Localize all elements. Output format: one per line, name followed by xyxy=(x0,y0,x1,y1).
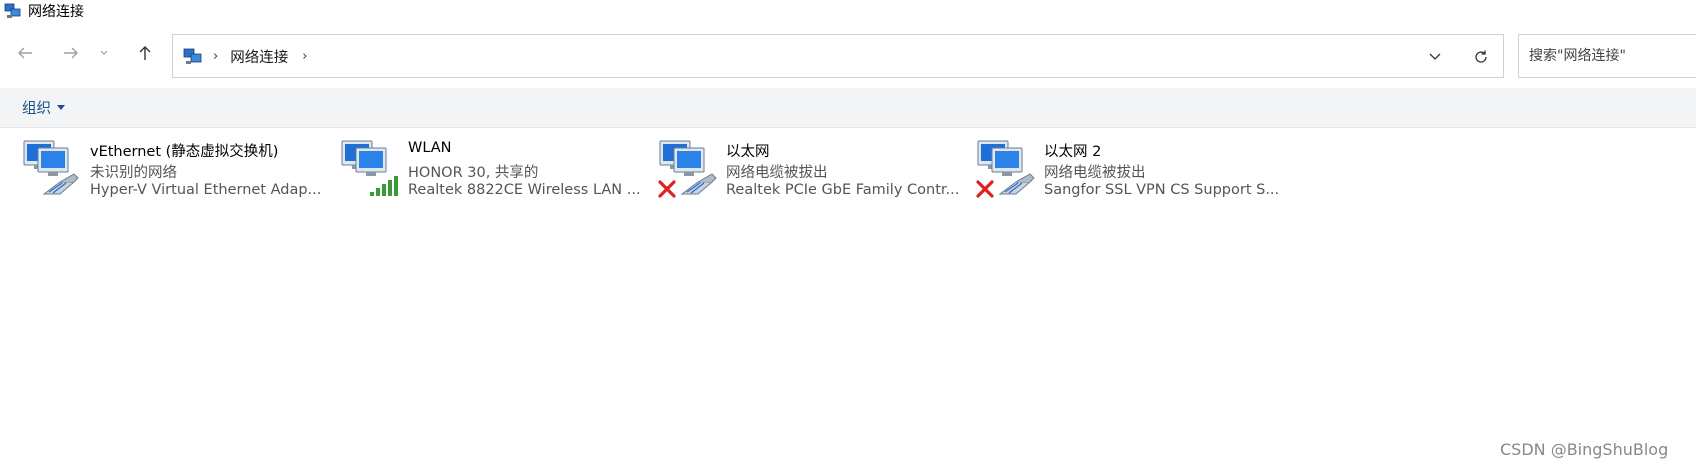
network-adapter-icon xyxy=(658,140,717,198)
command-bar: 组织 xyxy=(0,88,1696,128)
connection-name: WLAN xyxy=(408,140,452,156)
caret-down-icon xyxy=(57,104,65,110)
search-box[interactable] xyxy=(1518,34,1696,78)
connection-item-wlan[interactable]: WLAN HONOR 30, 共享的 Realtek 8822CE Wirele… xyxy=(340,136,650,206)
address-bar[interactable]: › 网络连接 › xyxy=(172,34,1504,78)
forward-arrow-icon xyxy=(64,47,78,59)
watermark: CSDN @BingShuBlog xyxy=(1500,440,1669,459)
network-connections-icon xyxy=(183,48,202,64)
disconnected-x-icon xyxy=(658,180,676,198)
connection-name: 以太网 xyxy=(726,144,770,160)
refresh-icon xyxy=(1475,50,1487,63)
connection-item-ethernet-2[interactable]: 以太网 2 网络电缆被拔出 Sangfor SSL VPN CS Support… xyxy=(976,136,1286,206)
network-adapter-icon xyxy=(976,140,1035,198)
up-button[interactable] xyxy=(130,38,160,68)
signal-bars-icon xyxy=(370,176,398,196)
connection-list: vEthernet (静态虚拟交换机) 未识别的网络 Hyper-V Virtu… xyxy=(0,136,1696,206)
network-adapter-icon xyxy=(23,140,79,195)
connection-adapter: Realtek PCIe GbE Family Contr... xyxy=(726,182,960,198)
wireless-adapter-icon xyxy=(341,140,398,196)
connection-adapter: Hyper-V Virtual Ethernet Adap... xyxy=(90,182,322,198)
breadcrumb-network-connections[interactable]: 网络连接 xyxy=(230,46,288,67)
navigation-bar: › 网络连接 › xyxy=(0,30,1696,78)
ethernet-plug-icon xyxy=(42,173,79,195)
forward-button[interactable] xyxy=(56,38,86,68)
disconnected-x-icon xyxy=(976,180,994,198)
back-arrow-icon xyxy=(18,47,32,59)
organize-menu-button[interactable]: 组织 xyxy=(22,97,65,118)
chevron-down-icon xyxy=(1429,53,1441,60)
back-button[interactable] xyxy=(10,38,40,68)
breadcrumb-separator[interactable]: › xyxy=(213,49,218,64)
connection-adapter: Sangfor SSL VPN CS Support S... xyxy=(1044,182,1280,198)
connection-adapter: Realtek 8822CE Wireless LAN ... xyxy=(408,182,641,198)
title-bar: 网络连接 xyxy=(0,0,1696,22)
connection-status: HONOR 30, 共享的 xyxy=(408,165,539,181)
connection-item-vethernet[interactable]: vEthernet (静态虚拟交换机) 未识别的网络 Hyper-V Virtu… xyxy=(22,136,332,206)
chevron-down-icon xyxy=(100,50,108,55)
window-title: 网络连接 xyxy=(28,4,84,20)
connection-status: 网络电缆被拔出 xyxy=(726,165,828,181)
ethernet-plug-icon xyxy=(680,173,717,195)
connection-status: 未识别的网络 xyxy=(90,165,177,181)
breadcrumb-separator[interactable]: › xyxy=(302,49,307,64)
connection-status: 网络电缆被拔出 xyxy=(1044,165,1146,181)
search-input[interactable] xyxy=(1527,47,1696,65)
connection-name: 以太网 2 xyxy=(1044,144,1102,160)
recent-locations-button[interactable] xyxy=(94,38,114,68)
connection-item-ethernet[interactable]: 以太网 网络电缆被拔出 Realtek PCIe GbE Family Cont… xyxy=(658,136,968,206)
up-arrow-icon xyxy=(139,46,151,60)
address-history-button[interactable] xyxy=(1423,45,1447,69)
refresh-button[interactable] xyxy=(1469,45,1493,69)
organize-label: 组织 xyxy=(22,101,51,117)
network-connections-icon xyxy=(4,3,21,18)
ethernet-plug-icon xyxy=(998,173,1035,195)
connection-name: vEthernet (静态虚拟交换机) xyxy=(90,144,279,160)
